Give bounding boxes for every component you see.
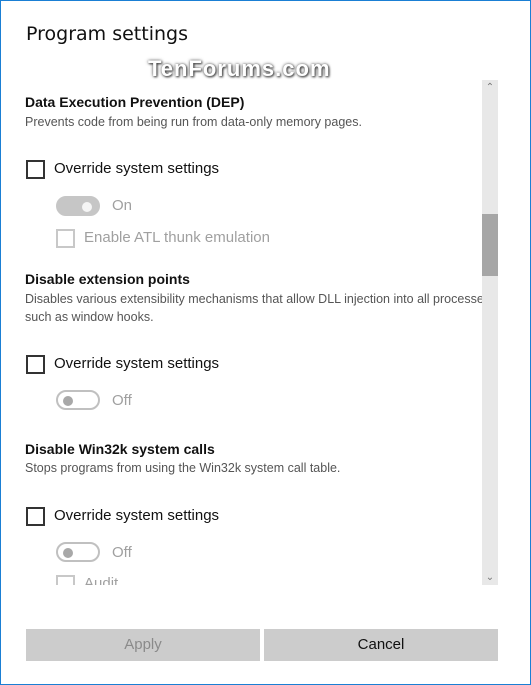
vertical-scrollbar[interactable]: ⌃ ⌄ xyxy=(482,80,498,585)
extension-points-description-line2: such as window hooks. xyxy=(25,310,154,324)
win32k-override-label: Override system settings xyxy=(54,507,220,524)
extension-points-toggle-state: Off xyxy=(112,392,132,409)
win32k-toggle-state: Off xyxy=(112,544,132,561)
dep-override-checkbox[interactable] xyxy=(26,160,45,179)
toggle-knob xyxy=(63,396,73,406)
apply-button[interactable]: Apply xyxy=(26,629,260,661)
dep-description: Prevents code from being run from data-o… xyxy=(25,115,362,129)
win32k-heading: Disable Win32k system calls xyxy=(25,441,215,457)
audit-label: Audit xyxy=(84,575,119,585)
toggle-knob xyxy=(82,202,92,212)
scroll-down-arrow-icon[interactable]: ⌄ xyxy=(482,572,498,583)
extension-points-toggle[interactable] xyxy=(56,390,100,410)
extension-points-heading: Disable extension points xyxy=(25,271,190,287)
win32k-toggle[interactable] xyxy=(56,542,100,562)
atl-thunk-checkbox[interactable] xyxy=(56,229,75,248)
scroll-up-arrow-icon[interactable]: ⌃ xyxy=(482,82,498,93)
audit-checkbox[interactable] xyxy=(56,575,75,585)
extension-points-override-label: Override system settings xyxy=(54,355,220,372)
dep-toggle[interactable] xyxy=(56,196,100,216)
extension-points-description-line1: Disables various extensibility mechanism… xyxy=(25,292,482,306)
settings-scroll-area: Data Execution Prevention (DEP) Prevents… xyxy=(1,81,482,585)
dialog-title: Program settings xyxy=(26,23,188,45)
dep-override-label: Override system settings xyxy=(54,160,220,177)
cancel-button[interactable]: Cancel xyxy=(264,629,498,661)
win32k-override-checkbox[interactable] xyxy=(26,507,45,526)
toggle-knob xyxy=(63,548,73,558)
watermark-logo: TenForums.com xyxy=(148,56,331,81)
win32k-description: Stops programs from using the Win32k sys… xyxy=(25,461,341,475)
program-settings-dialog: Program settings TenForums.com Data Exec… xyxy=(0,0,531,685)
atl-thunk-label: Enable ATL thunk emulation xyxy=(84,229,270,246)
dep-toggle-state: On xyxy=(112,197,133,214)
scrollbar-thumb[interactable] xyxy=(482,214,498,276)
extension-points-override-checkbox[interactable] xyxy=(26,355,45,374)
dep-heading: Data Execution Prevention (DEP) xyxy=(25,94,245,110)
